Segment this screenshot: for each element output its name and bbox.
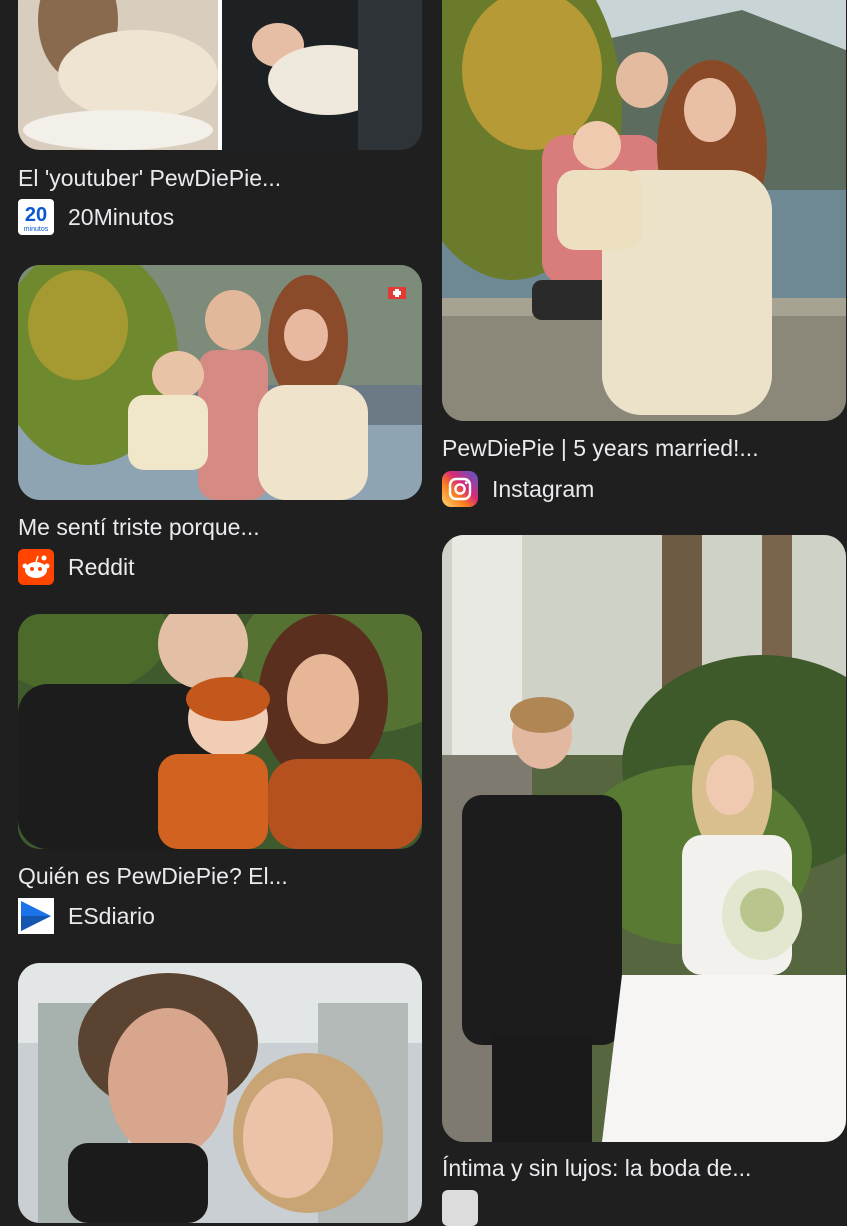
source-name: Instagram bbox=[492, 475, 595, 502]
result-title[interactable]: Me sentí triste porque... bbox=[18, 513, 422, 541]
result-source[interactable] bbox=[442, 1190, 492, 1226]
result-title[interactable]: PewDiePie | 5 years married!... bbox=[442, 434, 846, 462]
result-source[interactable]: 20 minutos 20Minutos bbox=[18, 199, 174, 235]
svg-text:minutos: minutos bbox=[24, 226, 49, 233]
result-thumbnail[interactable] bbox=[442, 535, 846, 1142]
instagram-icon bbox=[442, 471, 478, 507]
photo-parents-with-newborn bbox=[18, 0, 422, 150]
result-title[interactable]: El 'youtuber' PewDiePie... bbox=[18, 164, 422, 192]
photo-selfie-with-baby bbox=[18, 614, 422, 849]
result-title[interactable]: Quién es PewDiePie? El... bbox=[18, 862, 422, 890]
esdiario-icon bbox=[18, 898, 54, 934]
source-name: Reddit bbox=[68, 553, 135, 580]
result-thumbnail[interactable] bbox=[18, 0, 422, 150]
svg-text:20: 20 bbox=[25, 204, 47, 226]
result-thumbnail[interactable] bbox=[442, 0, 846, 421]
result-thumbnail[interactable] bbox=[18, 265, 422, 500]
photo-wedding-walk bbox=[442, 535, 846, 1142]
20minutos-icon: 20 minutos bbox=[18, 199, 54, 235]
photo-couple-close-up bbox=[18, 963, 422, 1223]
result-thumbnail[interactable] bbox=[18, 614, 422, 849]
reddit-icon bbox=[18, 549, 54, 585]
source-icon bbox=[442, 1190, 478, 1226]
result-source[interactable]: Instagram bbox=[442, 471, 594, 507]
photo-family-on-lake-wall bbox=[442, 0, 846, 421]
result-source[interactable]: ESdiario bbox=[18, 898, 155, 934]
result-title[interactable]: Íntima y sin lujos: la boda de... bbox=[442, 1154, 846, 1182]
source-name: 20Minutos bbox=[68, 203, 175, 230]
photo-family-lakeside bbox=[18, 265, 422, 500]
result-thumbnail[interactable] bbox=[18, 963, 422, 1223]
result-source[interactable]: Reddit bbox=[18, 549, 134, 585]
source-name: ESdiario bbox=[68, 902, 155, 929]
